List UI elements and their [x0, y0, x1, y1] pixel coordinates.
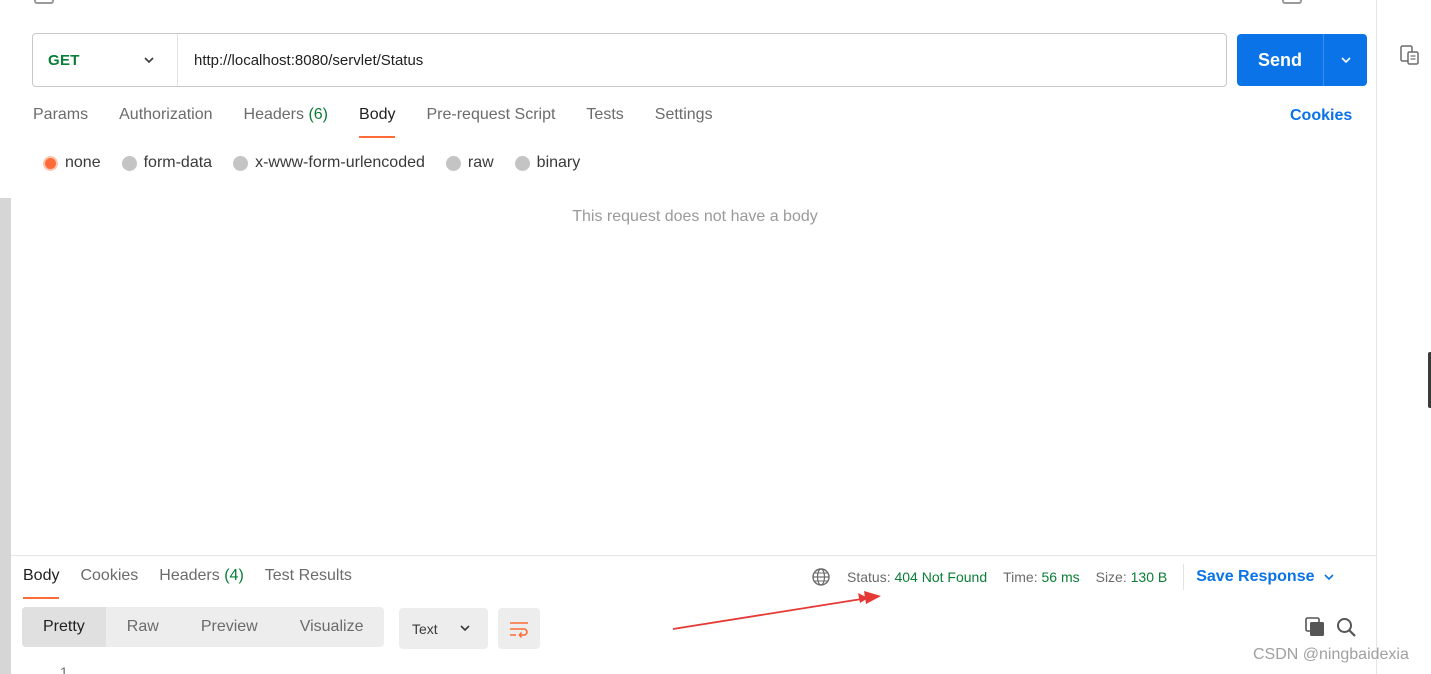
tab-tests[interactable]: Tests: [586, 106, 623, 138]
view-tab-pretty[interactable]: Pretty: [22, 607, 106, 647]
size-value: 130 B: [1130, 569, 1168, 585]
right-sidebar: [1376, 0, 1431, 674]
tab-label: Headers: [243, 106, 304, 123]
radio-label: none: [65, 154, 101, 171]
radio-binary[interactable]: binary: [514, 154, 581, 172]
tab-label: Body: [23, 567, 60, 584]
tab-label: Pre-request Script: [426, 106, 556, 123]
chevron-down-icon: [460, 625, 470, 632]
radio-x-www-form-urlencoded[interactable]: x-www-form-urlencoded: [233, 154, 425, 172]
save-response-label: Save Response: [1196, 568, 1315, 585]
tab-body[interactable]: Body: [359, 106, 396, 138]
status-info[interactable]: Status: 404 Not Found: [847, 569, 987, 585]
format-label: Text: [412, 620, 438, 637]
chevron-down-icon: [1323, 574, 1334, 581]
method-label: GET: [48, 51, 80, 69]
watermark: CSDN @ningbaidexia: [1253, 646, 1409, 663]
wrap-lines-button[interactable]: [498, 608, 540, 649]
headers-count: (6): [308, 106, 329, 123]
tab-label: Params: [33, 106, 89, 123]
size-label: Size:: [1095, 569, 1127, 585]
url-bar: GET http://localhost:8080/servlet/Status: [32, 33, 1227, 87]
search-icon[interactable]: [1336, 617, 1356, 637]
tab-label: Cookies: [80, 567, 139, 584]
radio-dot: [514, 155, 530, 171]
document-icon[interactable]: [1399, 44, 1421, 66]
size-info[interactable]: Size: 130 B: [1096, 569, 1168, 585]
meta-divider: [1183, 564, 1185, 590]
response-meta: Status: 404 Not Found Time: 56 ms Size: …: [811, 564, 1335, 590]
tab-label: Body: [359, 106, 396, 123]
status-label: Status:: [847, 569, 891, 585]
tab-headers[interactable]: Headers (6): [244, 106, 329, 138]
radio-dot: [445, 155, 461, 171]
tab-pre-request-script[interactable]: Pre-request Script: [426, 106, 555, 138]
left-scrollbar[interactable]: [0, 198, 11, 674]
request-tabs: Params Authorization Headers (6) Body Pr…: [33, 106, 744, 138]
time-value: 56 ms: [1041, 569, 1080, 585]
tab-label: Tests: [586, 106, 624, 123]
response-tab-cookies[interactable]: Cookies: [80, 567, 138, 599]
response-tab-headers[interactable]: Headers (4): [159, 567, 244, 599]
tab-authorization[interactable]: Authorization: [119, 106, 212, 138]
save-response-button[interactable]: Save Response: [1196, 568, 1334, 586]
tab-label: Test Results: [264, 567, 352, 584]
copy-icon[interactable]: [1305, 617, 1325, 637]
view-tab-preview[interactable]: Preview: [180, 607, 279, 647]
radio-dot: [121, 155, 137, 171]
url-input[interactable]: http://localhost:8080/servlet/Status: [178, 52, 423, 69]
view-tab-visualize[interactable]: Visualize: [279, 607, 385, 647]
tab-label: Settings: [654, 106, 713, 123]
empty-body-message: This request does not have a body: [572, 208, 818, 225]
radio-dot: [43, 155, 58, 171]
send-button-group: Send: [1237, 34, 1367, 86]
response-divider[interactable]: [11, 555, 1376, 556]
tab-settings[interactable]: Settings: [655, 106, 713, 138]
back-tab-icon[interactable]: [34, 0, 54, 4]
globe-icon[interactable]: [811, 567, 831, 587]
view-tab-raw[interactable]: Raw: [106, 607, 180, 647]
response-headers-count: (4): [224, 567, 244, 584]
radio-dot: [233, 155, 249, 171]
method-select[interactable]: GET: [33, 34, 178, 86]
time-info[interactable]: Time: 56 ms: [1003, 569, 1080, 585]
radio-label: form-data: [143, 154, 213, 171]
radio-label: x-www-form-urlencoded: [255, 154, 425, 171]
response-view-tabs: Pretty Raw Preview Visualize: [22, 607, 385, 647]
response-tabs: Body Cookies Headers (4) Test Results: [23, 567, 373, 599]
time-label: Time:: [1003, 569, 1038, 585]
response-tab-body[interactable]: Body: [23, 567, 60, 599]
tab-params[interactable]: Params: [33, 106, 88, 138]
format-select[interactable]: Text: [399, 608, 488, 649]
radio-label: raw: [467, 154, 494, 171]
send-button[interactable]: Send: [1237, 34, 1324, 86]
radio-form-data[interactable]: form-data: [121, 154, 213, 172]
radio-none[interactable]: none: [43, 154, 101, 172]
status-value: 404 Not Found: [894, 569, 988, 585]
response-tab-test-results[interactable]: Test Results: [265, 567, 352, 599]
cookies-link[interactable]: Cookies: [1290, 107, 1352, 125]
layout-icon[interactable]: [1282, 0, 1302, 4]
radio-label: binary: [536, 154, 581, 171]
send-options-button[interactable]: [1324, 34, 1367, 86]
chevron-down-icon: [1340, 57, 1351, 64]
line-number: 1: [60, 664, 68, 674]
radio-raw[interactable]: raw: [445, 154, 494, 172]
wrap-lines-icon: [510, 621, 528, 638]
body-type-radios: none form-data x-www-form-urlencoded raw…: [43, 154, 601, 172]
chevron-down-icon: [144, 57, 154, 64]
tab-label: Authorization: [119, 106, 213, 123]
tab-label: Headers: [159, 567, 220, 584]
